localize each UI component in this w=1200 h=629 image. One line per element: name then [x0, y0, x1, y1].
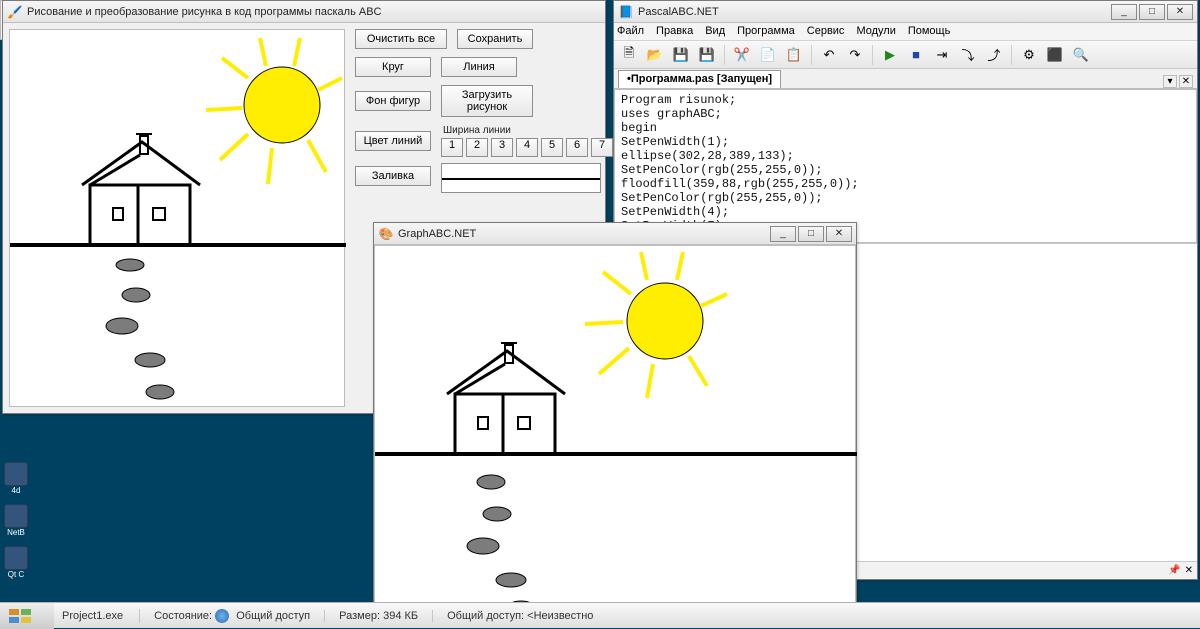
shape-bg-button[interactable]: Фон фигур	[355, 91, 431, 111]
width-btn-2[interactable]: 2	[466, 138, 488, 157]
clear-all-button[interactable]: Очистить все	[355, 29, 447, 49]
drawing-app-titlebar[interactable]: 🖌️ Рисование и преобразование рисунка в …	[3, 1, 605, 23]
menu-service[interactable]: Сервис	[807, 25, 845, 40]
width-btn-7[interactable]: 7	[591, 138, 613, 157]
line-preview	[441, 163, 601, 193]
statusbar-size: Размер: 394 КБ	[324, 610, 432, 622]
cut-icon[interactable]: ✂️	[731, 44, 753, 66]
width-btn-4[interactable]: 4	[516, 138, 538, 157]
ide-title: PascalABC.NET	[638, 6, 719, 18]
width-btn-6[interactable]: 6	[566, 138, 588, 157]
save-all-icon[interactable]: 💾	[696, 44, 718, 66]
tab-program[interactable]: •Программа.pas [Запущен]	[618, 70, 781, 88]
statusbar-share: Общий доступ: <Неизвестно	[432, 610, 607, 622]
drawing-app-title: Рисование и преобразование рисунка в код…	[27, 6, 382, 18]
paste-icon[interactable]: 📋	[783, 44, 805, 66]
close-button[interactable]: ✕	[1167, 4, 1193, 20]
undo-icon[interactable]: ↶	[818, 44, 840, 66]
open-folder-icon[interactable]: 📂	[644, 44, 666, 66]
width-btn-5[interactable]: 5	[541, 138, 563, 157]
ide-app-icon: 📘	[618, 4, 634, 20]
redo-icon[interactable]: ↷	[844, 44, 866, 66]
ide-menubar: Файл Правка Вид Программа Сервис Модули …	[614, 23, 1197, 41]
ide-toolbar: 🗎 📂 💾 💾 ✂️ 📄 📋 ↶ ↷ ▶ ■ ⇥ ⤵ ⤴ ⚙ ⬛ 🔍	[614, 41, 1197, 69]
close-button[interactable]: ✕	[826, 226, 852, 242]
new-file-icon[interactable]: 🗎	[618, 44, 640, 66]
copy-icon[interactable]: 📄	[757, 44, 779, 66]
step-over-icon[interactable]: ⤵	[957, 44, 979, 66]
graphabc-title: GraphABC.NET	[398, 228, 476, 240]
menu-help[interactable]: Помощь	[908, 25, 951, 40]
save-icon[interactable]: 💾	[670, 44, 692, 66]
graphabc-app-icon: 🎨	[378, 226, 394, 242]
panel-close-icon[interactable]: ✕	[1185, 565, 1193, 576]
desktop-icon[interactable]: Qt C	[2, 546, 30, 582]
stop-icon[interactable]: ■	[905, 44, 927, 66]
drawing-svg	[10, 30, 346, 408]
line-width-label: Ширина линии	[443, 125, 616, 136]
tab-close-icon[interactable]: ✕	[1179, 75, 1193, 88]
paintbrush-icon: 🖌️	[7, 4, 23, 20]
share-icon	[215, 609, 229, 623]
pin-icon[interactable]: 📌	[1168, 565, 1180, 576]
line-color-button[interactable]: Цвет линий	[355, 131, 431, 151]
width-btn-1[interactable]: 1	[441, 138, 463, 157]
menu-file[interactable]: Файл	[617, 25, 644, 40]
start-button[interactable]	[0, 603, 54, 629]
drawing-canvas[interactable]	[9, 29, 345, 407]
line-button[interactable]: Линия	[441, 57, 517, 77]
desktop-icon[interactable]: NetB	[2, 504, 30, 540]
step-out-icon[interactable]: ⤴	[983, 44, 1005, 66]
find-icon[interactable]: 🔍	[1070, 44, 1092, 66]
load-image-button[interactable]: Загрузить рисунок	[441, 85, 533, 117]
compile-icon[interactable]: ⬛	[1044, 44, 1066, 66]
graphabc-window: 🎨 GraphABC.NET _ □ ✕	[373, 222, 857, 622]
ide-tabbar: •Программа.pas [Запущен] ▾ ✕	[614, 69, 1197, 89]
menu-view[interactable]: Вид	[705, 25, 725, 40]
tab-dropdown-icon[interactable]: ▾	[1163, 75, 1177, 88]
minimize-button[interactable]: _	[1111, 4, 1137, 20]
step-into-icon[interactable]: ⇥	[931, 44, 953, 66]
menu-program[interactable]: Программа	[737, 25, 795, 40]
width-btn-3[interactable]: 3	[491, 138, 513, 157]
menu-modules[interactable]: Модули	[856, 25, 895, 40]
fill-button[interactable]: Заливка	[355, 166, 431, 186]
taskbar: Project1.exe Состояние: Общий доступ Раз…	[0, 602, 1200, 628]
save-button[interactable]: Сохранить	[457, 29, 533, 49]
ide-titlebar[interactable]: 📘 PascalABC.NET _ □ ✕	[614, 1, 1197, 23]
statusbar-state: Состояние: Общий доступ	[139, 609, 324, 623]
graphabc-titlebar[interactable]: 🎨 GraphABC.NET _ □ ✕	[374, 223, 856, 245]
menu-edit[interactable]: Правка	[656, 25, 693, 40]
maximize-button[interactable]: □	[1139, 4, 1165, 20]
maximize-button[interactable]: □	[798, 226, 824, 242]
build-icon[interactable]: ⚙	[1018, 44, 1040, 66]
code-editor[interactable]: Program risunok; uses graphABC; begin Se…	[614, 89, 1197, 243]
desktop-icon[interactable]: 4d	[2, 462, 30, 498]
minimize-button[interactable]: _	[770, 226, 796, 242]
circle-button[interactable]: Круг	[355, 57, 431, 77]
start-icon	[7, 607, 47, 625]
graphabc-canvas	[374, 245, 856, 621]
run-icon[interactable]: ▶	[879, 44, 901, 66]
